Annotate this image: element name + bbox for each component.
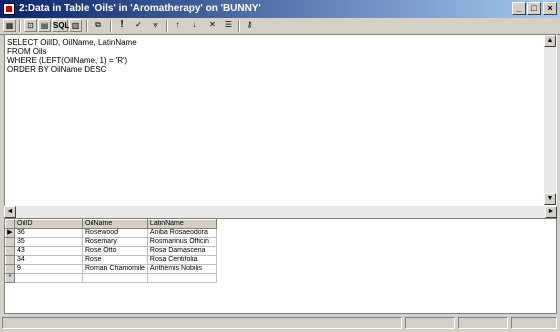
- table-row[interactable]: 35 Rosemary Rosmarinus Officin: [5, 237, 217, 247]
- sql-pane[interactable]: SELECT OilID, OilName, LatinName FROM Oi…: [4, 34, 557, 206]
- change-type-icon[interactable]: ⧉: [91, 19, 105, 32]
- row-selector[interactable]: [5, 255, 15, 265]
- new-row-marker[interactable]: *: [5, 273, 15, 283]
- new-row[interactable]: *: [5, 273, 217, 283]
- scroll-left-icon[interactable]: ◄: [4, 206, 16, 218]
- table-row[interactable]: ▶ 36 Rosewood Aniba Rosaeodora: [5, 228, 217, 238]
- add-table-icon[interactable]: ⚷: [243, 19, 256, 32]
- row-selector[interactable]: [5, 264, 15, 274]
- sql-horizontal-scrollbar[interactable]: ◄ ►: [4, 206, 557, 218]
- results-grid: OilID OilName LatinName ▶ 36 Rosewood An…: [5, 219, 217, 283]
- cell-latinname[interactable]: Rosa Damascena: [146, 246, 217, 256]
- cell-oilname[interactable]: Rosewood: [82, 228, 148, 238]
- cell-oilid[interactable]: 36: [14, 228, 83, 238]
- row-selector-header[interactable]: [5, 219, 15, 229]
- run-icon[interactable]: ▦: [3, 19, 16, 32]
- sql-vertical-scrollbar[interactable]: ▲ ▼: [544, 35, 556, 205]
- row-selector[interactable]: [5, 246, 15, 256]
- results-pane-icon[interactable]: ▥: [69, 19, 82, 32]
- column-header-oilname[interactable]: OilName: [82, 219, 148, 229]
- sort-descending-icon[interactable]: ↓: [188, 19, 201, 32]
- cell-latinname[interactable]: Rosa Centifolia: [146, 255, 217, 265]
- status-panel: [2, 317, 402, 329]
- sql-pane-button[interactable]: SQL: [52, 19, 69, 32]
- table-row[interactable]: 9 Roman Chamomile Anthemis Nobilis: [5, 264, 217, 274]
- toolbar-separator: [86, 20, 88, 32]
- cell-latinname[interactable]: [146, 273, 217, 283]
- sql-line: FROM Oils: [7, 47, 47, 56]
- column-header-oilid[interactable]: OilID: [14, 219, 83, 229]
- cell-oilid[interactable]: 43: [14, 246, 83, 256]
- row-selector[interactable]: [5, 237, 15, 247]
- cell-oilname[interactable]: Rose: [82, 255, 148, 265]
- toolbar-separator: [238, 20, 240, 32]
- status-panel: [511, 317, 557, 329]
- scroll-up-icon[interactable]: ▲: [544, 35, 556, 47]
- current-row-arrow-icon[interactable]: ▶: [5, 228, 15, 238]
- results-grid-pane: OilID OilName LatinName ▶ 36 Rosewood An…: [4, 218, 557, 314]
- status-bar: [0, 315, 560, 332]
- table-row[interactable]: 34 Rose Rosa Centifolia: [5, 255, 217, 265]
- sql-line: SELECT OilID, OilName, LatinName: [7, 38, 137, 47]
- verify-sql-icon[interactable]: ✓: [132, 19, 145, 32]
- query-toolbar: ▦ ⊡ ▤ SQL ▥ ⧉ ! ✓ ⩔ ↑ ↓ ✕ ☰ ⚷: [0, 18, 560, 35]
- sql-line: ORDER BY OilName DESC: [7, 65, 107, 74]
- run-query-icon[interactable]: !: [117, 19, 127, 32]
- table-window-icon[interactable]: [3, 3, 15, 15]
- remove-filter-icon[interactable]: ✕: [206, 19, 219, 32]
- group-by-icon[interactable]: ⩔: [149, 19, 162, 32]
- cell-latinname[interactable]: Anthemis Nobilis: [146, 264, 217, 274]
- cell-oilid[interactable]: 35: [14, 237, 83, 247]
- cell-oilname[interactable]: Rosemary: [82, 237, 148, 247]
- sort-ascending-icon[interactable]: ↑: [171, 19, 184, 32]
- title-bar: 2:Data in Table 'Oils' in 'Aromatherapy'…: [0, 0, 560, 18]
- grid-header-row: OilID OilName LatinName: [5, 219, 217, 229]
- status-panel: [405, 317, 455, 329]
- sql-line: WHERE (LEFT(OilName, 1) = 'R'): [7, 56, 128, 65]
- toolbar-separator: [110, 20, 112, 32]
- table-row[interactable]: 43 Rose Otto Rosa Damascena: [5, 246, 217, 256]
- cell-latinname[interactable]: Aniba Rosaeodora: [146, 228, 217, 238]
- cell-oilid[interactable]: [14, 273, 83, 283]
- cell-oilid[interactable]: 9: [14, 264, 83, 274]
- diagram-pane-icon[interactable]: ⊡: [24, 19, 37, 32]
- cell-latinname[interactable]: Rosmarinus Officin: [146, 237, 217, 247]
- status-panel: [458, 317, 508, 329]
- cell-oilid[interactable]: 34: [14, 255, 83, 265]
- scroll-down-icon[interactable]: ▼: [544, 193, 556, 205]
- grid-pane-icon[interactable]: ▤: [38, 19, 51, 32]
- toolbar-separator: [19, 20, 21, 32]
- toolbar-separator: [166, 20, 168, 32]
- properties-icon[interactable]: ☰: [222, 19, 235, 32]
- cell-oilname[interactable]: Rose Otto: [82, 246, 148, 256]
- maximize-button[interactable]: □: [527, 2, 541, 15]
- cell-oilname[interactable]: Roman Chamomile: [82, 264, 148, 274]
- column-header-latinname[interactable]: LatinName: [146, 219, 217, 229]
- window-title: 2:Data in Table 'Oils' in 'Aromatherapy'…: [19, 3, 261, 14]
- cell-oilname[interactable]: [82, 273, 148, 283]
- scroll-right-icon[interactable]: ►: [545, 206, 557, 218]
- minimize-button[interactable]: _: [512, 2, 526, 15]
- close-button[interactable]: ×: [543, 2, 557, 15]
